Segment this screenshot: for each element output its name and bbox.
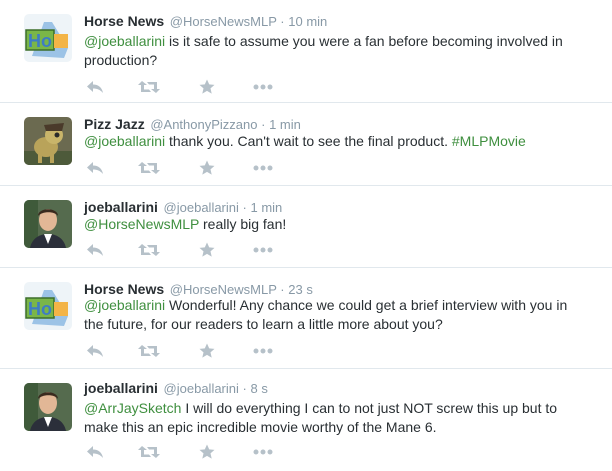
more-button[interactable]: [252, 240, 274, 260]
retweet-button[interactable]: [138, 240, 160, 260]
person-avatar-icon: [24, 383, 72, 431]
reply-button[interactable]: [84, 158, 106, 178]
reply-button[interactable]: [84, 240, 106, 260]
tweet-body: really big fan!: [199, 216, 287, 232]
horse-news-logo-icon: Ho: [24, 14, 72, 62]
timeline: Ho Horse News @HorseNewsMLP · 10 min @jo…: [0, 0, 612, 471]
fullname[interactable]: joeballarini: [84, 380, 158, 396]
timestamp[interactable]: 1 min: [251, 200, 283, 215]
separator: ·: [280, 282, 285, 297]
more-button[interactable]: [252, 158, 274, 178]
reply-button[interactable]: [84, 442, 106, 462]
retweet-icon: [138, 446, 160, 458]
retweet-icon: [138, 81, 160, 93]
more-dots-icon: [253, 84, 273, 90]
tweet-text: @joeballarini is it safe to assume you w…: [84, 32, 584, 70]
username[interactable]: @AnthonyPizzano: [150, 117, 257, 132]
tweet[interactable]: Pizz Jazz @AnthonyPizzano · 1 min @joeba…: [0, 103, 612, 186]
fullname[interactable]: Pizz Jazz: [84, 116, 145, 132]
more-dots-icon: [253, 348, 273, 354]
more-dots-icon: [253, 165, 273, 171]
pony-avatar-icon: [24, 117, 72, 165]
separator: ·: [242, 200, 247, 215]
star-icon: [199, 160, 215, 175]
favorite-button[interactable]: [196, 77, 218, 97]
username[interactable]: @joeballarini: [164, 381, 239, 396]
person-avatar-icon: [24, 200, 72, 248]
tweet-text: @HorseNewsMLP really big fan!: [84, 215, 584, 234]
reply-button[interactable]: [84, 341, 106, 361]
timestamp[interactable]: 1 min: [269, 117, 301, 132]
reply-icon: [87, 162, 103, 174]
tweet-text: @joeballarini Wonderful! Any chance we c…: [84, 296, 584, 334]
avatar[interactable]: Ho: [24, 14, 72, 62]
tweet[interactable]: Ho Horse News @HorseNewsMLP · 23 s @joeb…: [0, 268, 612, 369]
tweet-text: @ArrJaySketch I will do everything I can…: [84, 399, 584, 437]
reply-icon: [87, 244, 103, 256]
tweet[interactable]: joeballarini @joeballarini · 8 s @ArrJay…: [0, 369, 612, 471]
star-icon: [199, 242, 215, 257]
username[interactable]: @HorseNewsMLP: [170, 282, 277, 297]
more-button[interactable]: [252, 341, 274, 361]
hashtag-link[interactable]: #MLPMovie: [452, 133, 526, 149]
mention-link[interactable]: @joeballarini: [84, 297, 165, 313]
favorite-button[interactable]: [196, 442, 218, 462]
avatar[interactable]: [24, 117, 72, 165]
timestamp[interactable]: 8 s: [251, 381, 268, 396]
reply-icon: [87, 345, 103, 357]
retweet-button[interactable]: [138, 341, 160, 361]
tweet-header: Horse News @HorseNewsMLP · 10 min: [84, 12, 327, 31]
mention-link[interactable]: @joeballarini: [84, 133, 165, 149]
more-button[interactable]: [252, 442, 274, 462]
tweet-header: joeballarini @joeballarini · 8 s: [84, 379, 268, 398]
mention-link[interactable]: @HorseNewsMLP: [84, 216, 199, 232]
avatar[interactable]: Ho: [24, 282, 72, 330]
reply-button[interactable]: [84, 77, 106, 97]
username[interactable]: @HorseNewsMLP: [170, 14, 277, 29]
reply-icon: [87, 81, 103, 93]
fullname[interactable]: Horse News: [84, 13, 164, 29]
avatar[interactable]: [24, 383, 72, 431]
favorite-button[interactable]: [196, 341, 218, 361]
retweet-icon: [138, 244, 160, 256]
star-icon: [199, 444, 215, 459]
avatar[interactable]: [24, 200, 72, 248]
timestamp[interactable]: 10 min: [288, 14, 327, 29]
more-dots-icon: [253, 247, 273, 253]
mention-link[interactable]: @joeballarini: [84, 33, 165, 49]
tweet-body: thank you. Can't wait to see the final p…: [165, 133, 452, 149]
retweet-button[interactable]: [138, 158, 160, 178]
retweet-button[interactable]: [138, 77, 160, 97]
retweet-icon: [138, 162, 160, 174]
favorite-button[interactable]: [196, 158, 218, 178]
tweet[interactable]: Ho Horse News @HorseNewsMLP · 10 min @jo…: [0, 0, 612, 103]
fullname[interactable]: joeballarini: [84, 199, 158, 215]
more-dots-icon: [253, 449, 273, 455]
more-button[interactable]: [252, 77, 274, 97]
retweet-icon: [138, 345, 160, 357]
separator: ·: [261, 117, 266, 132]
svg-text:Ho: Ho: [28, 299, 52, 319]
star-icon: [199, 343, 215, 358]
separator: ·: [280, 14, 285, 29]
fullname[interactable]: Horse News: [84, 281, 164, 297]
svg-text:Ho: Ho: [28, 31, 52, 51]
horse-news-logo-icon: Ho: [24, 282, 72, 330]
tweet-text: @joeballarini thank you. Can't wait to s…: [84, 132, 584, 151]
separator: ·: [242, 381, 247, 396]
favorite-button[interactable]: [196, 240, 218, 260]
tweet[interactable]: joeballarini @joeballarini · 1 min @Hors…: [0, 186, 612, 268]
username[interactable]: @joeballarini: [164, 200, 239, 215]
reply-icon: [87, 446, 103, 458]
mention-link[interactable]: @ArrJaySketch: [84, 400, 181, 416]
star-icon: [199, 79, 215, 94]
retweet-button[interactable]: [138, 442, 160, 462]
timestamp[interactable]: 23 s: [288, 282, 313, 297]
